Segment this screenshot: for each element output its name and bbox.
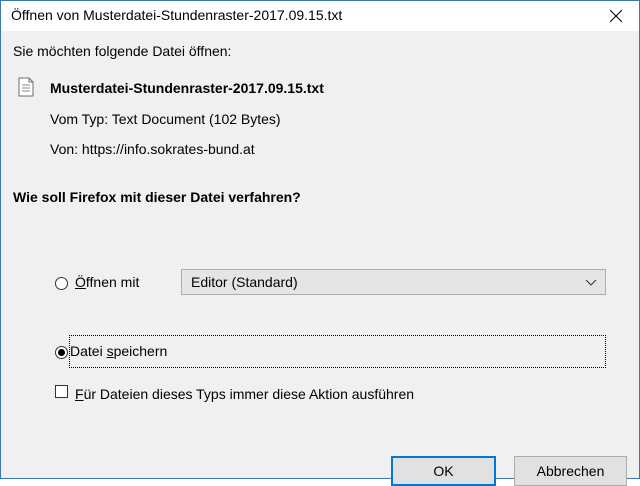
file-name: Musterdatei-Stundenraster-2017.09.15.txt xyxy=(50,80,324,96)
save-file-label[interactable]: Datei speichern xyxy=(70,343,167,359)
open-with-label-text: ffnen mit xyxy=(85,274,140,290)
always-accesskey: F xyxy=(75,386,84,402)
title-bar: Öffnen von Musterdatei-Stundenraster-201… xyxy=(1,1,639,31)
prompt-text: Sie möchten folgende Datei öffnen: xyxy=(13,43,232,59)
download-dialog-window: Öffnen von Musterdatei-Stundenraster-201… xyxy=(0,0,640,486)
always-do-this-label[interactable]: Für Dateien dieses Typs immer diese Akti… xyxy=(75,386,414,402)
dialog-content: Sie möchten folgende Datei öffnen: Muste… xyxy=(1,31,639,486)
always-label-text: ür Dateien dieses Typs immer diese Aktio… xyxy=(83,386,415,402)
save-file-label-start: Datei xyxy=(70,343,107,359)
text-file-icon xyxy=(18,77,34,97)
window-title: Öffnen von Musterdatei-Stundenraster-201… xyxy=(11,7,343,23)
file-type-row: Vom Typ: Text Document (102 Bytes) xyxy=(50,111,281,127)
open-with-app-select[interactable]: Editor (Standard) xyxy=(181,269,606,295)
open-with-radio[interactable] xyxy=(55,277,68,290)
close-button[interactable] xyxy=(593,1,639,31)
save-file-radio[interactable] xyxy=(55,346,68,359)
chevron-down-icon xyxy=(585,279,597,286)
always-do-this-checkbox[interactable] xyxy=(55,385,68,398)
close-icon xyxy=(609,9,623,23)
action-question: Wie soll Firefox mit dieser Datei verfah… xyxy=(13,189,301,205)
file-source-row: Von: https://info.sokrates-bund.at xyxy=(50,141,255,157)
file-type-label: Vom Typ: xyxy=(50,111,109,127)
save-file-label-text: peichern xyxy=(113,343,168,359)
save-file-accesskey: s xyxy=(106,343,114,359)
file-type-value: Text Document (102 Bytes) xyxy=(111,111,281,127)
open-with-app-value: Editor (Standard) xyxy=(191,274,298,290)
open-with-accesskey: Ö xyxy=(75,274,86,290)
file-source-label: Von: xyxy=(50,141,79,157)
open-with-label[interactable]: Öffnen mit xyxy=(75,274,139,290)
cancel-button[interactable]: Abbrechen xyxy=(514,456,627,486)
file-source-value: https://info.sokrates-bund.at xyxy=(81,141,255,157)
ok-button[interactable]: OK xyxy=(391,456,496,486)
